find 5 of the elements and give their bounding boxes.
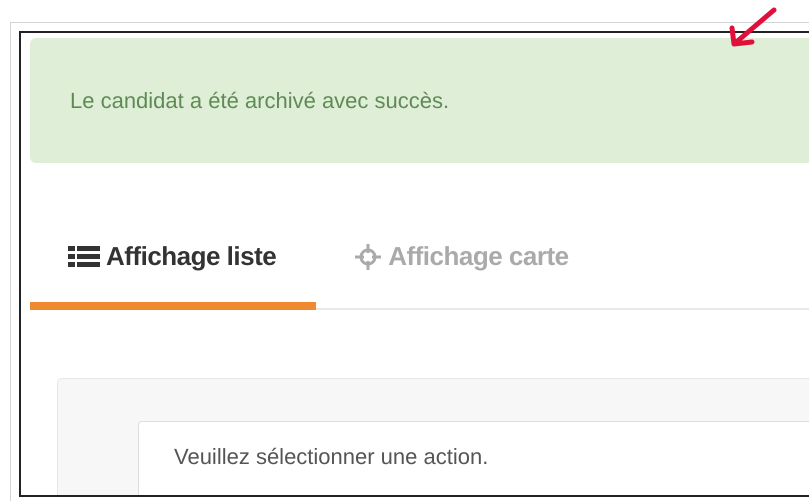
alert-message: Le candidat a été archivé avec succès. xyxy=(70,88,450,114)
action-select[interactable]: Veuillez sélectionner une action. xyxy=(138,421,809,495)
list-icon xyxy=(68,244,100,268)
crosshair-icon xyxy=(354,242,382,270)
view-tab[interactable]: Affichage liste xyxy=(30,231,316,310)
